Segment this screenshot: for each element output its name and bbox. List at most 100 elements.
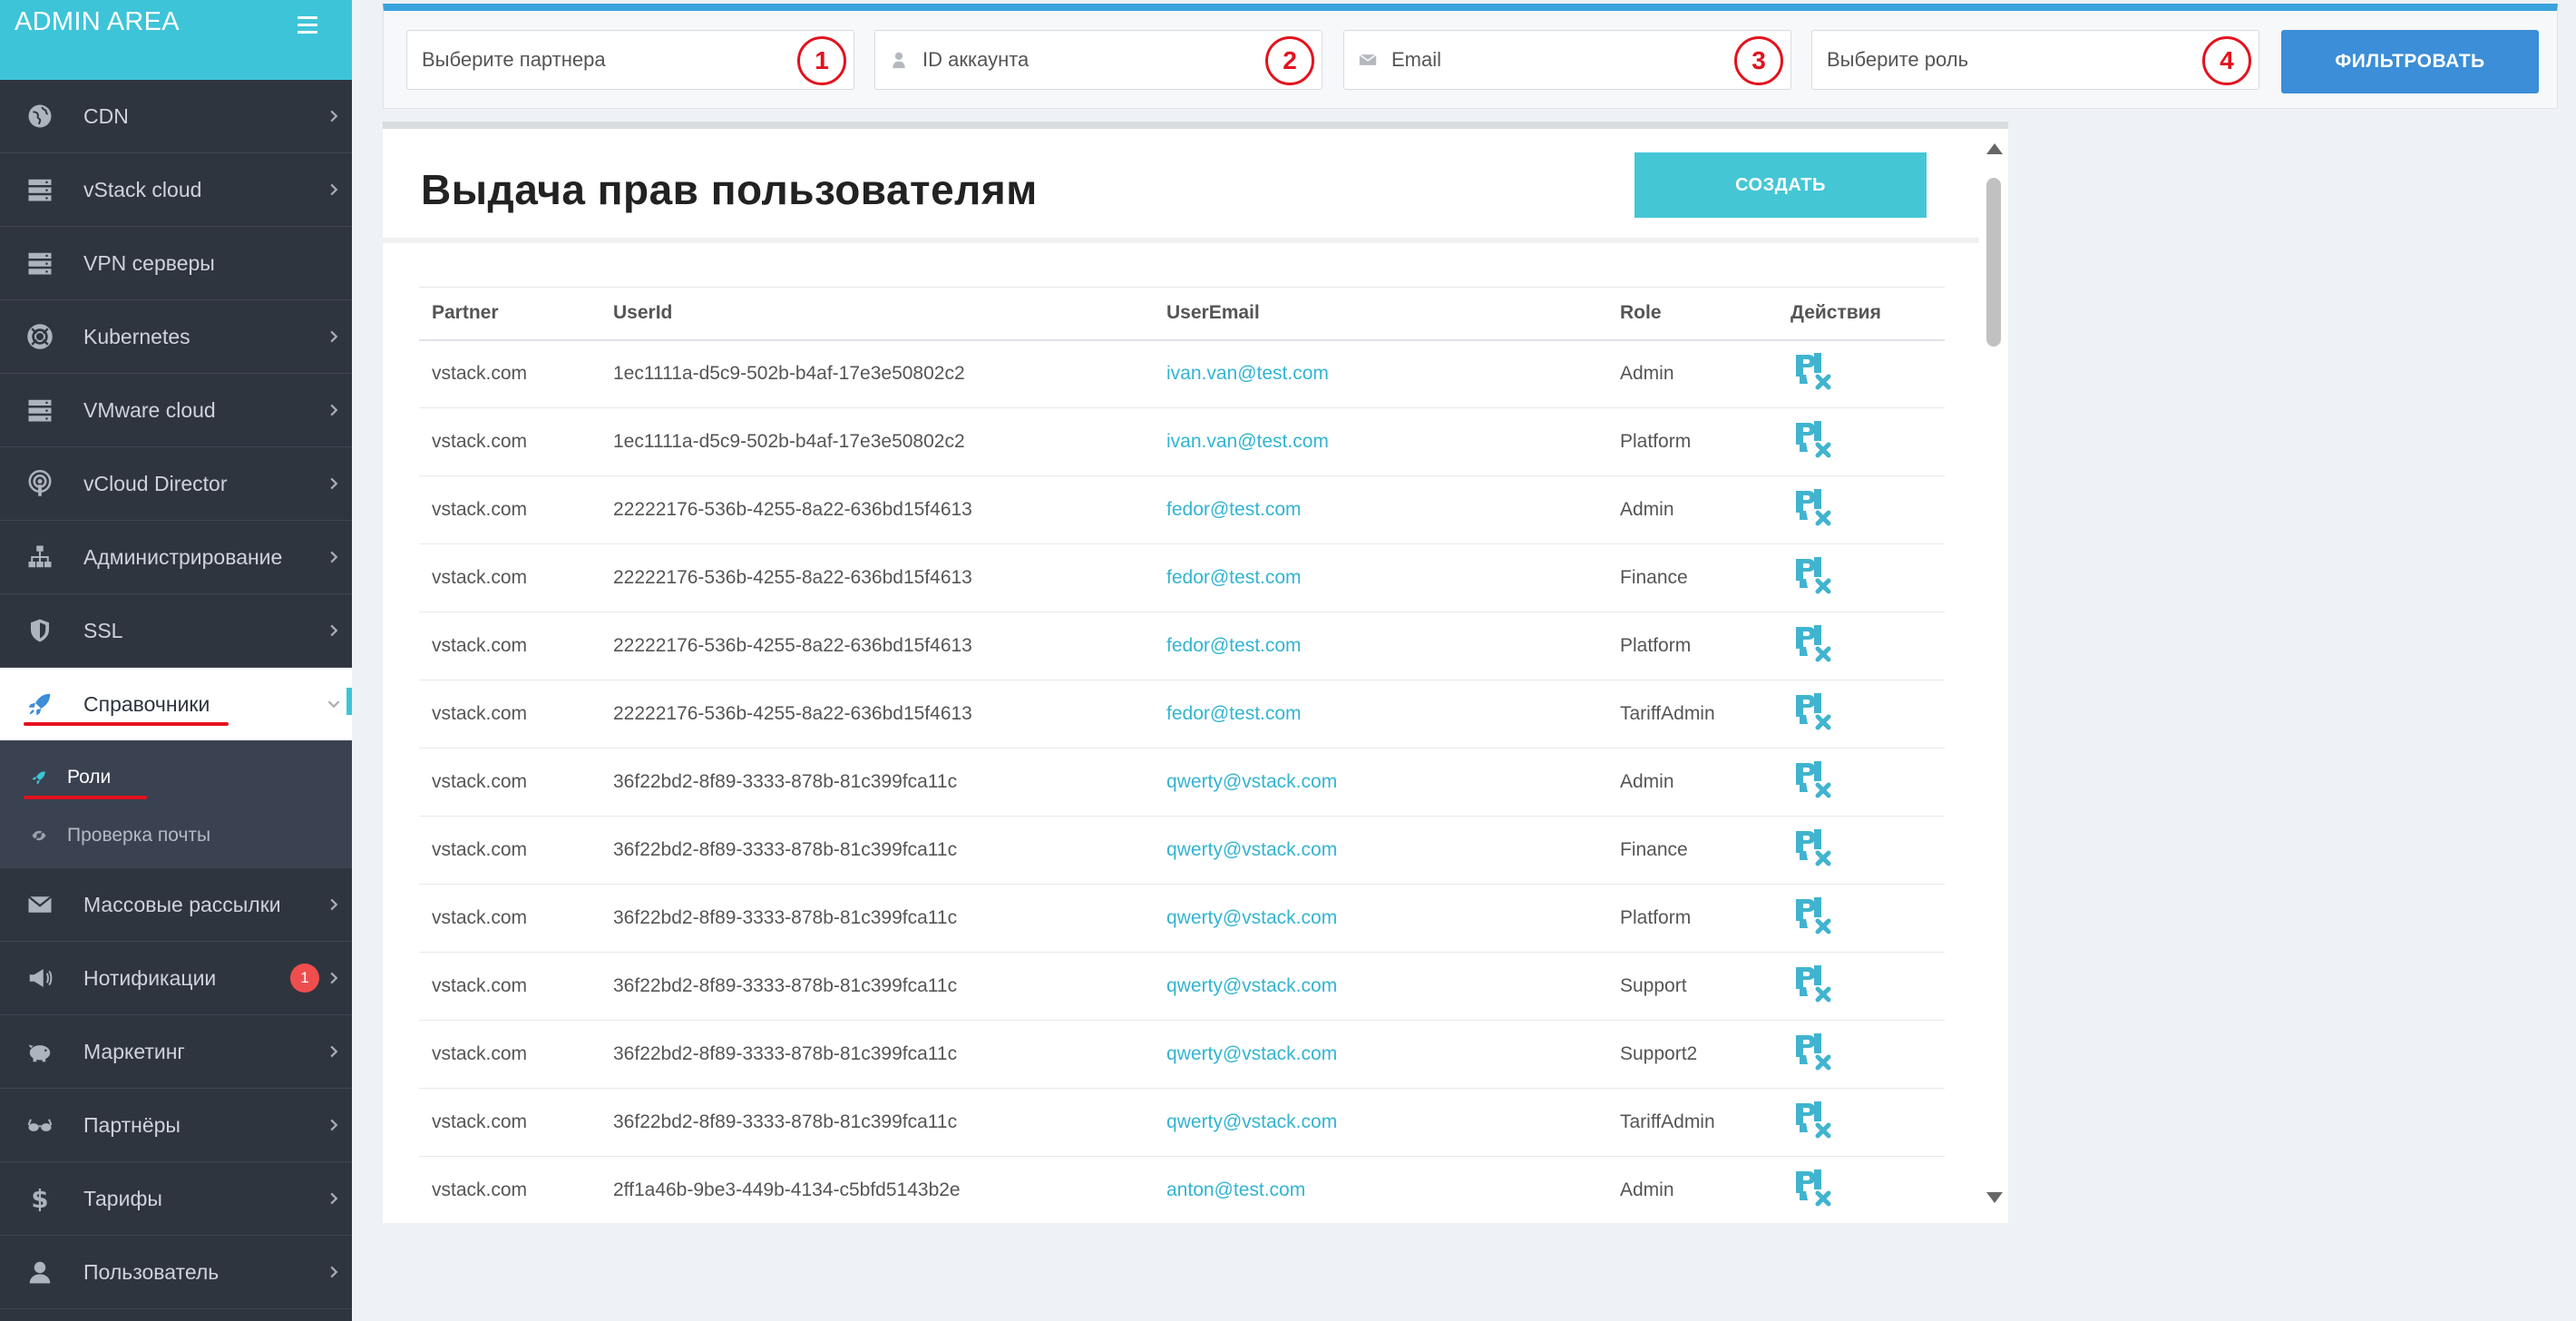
- vertical-scrollbar[interactable]: [1979, 129, 2008, 1223]
- scrollbar-thumb[interactable]: [1986, 178, 2001, 347]
- sidebar-submenu: Роли Проверка почты: [0, 741, 352, 868]
- cell-useremail[interactable]: qwerty@vstack.com: [1154, 1020, 1607, 1089]
- annotation-underline: [24, 722, 229, 726]
- table-row: vstack.com 1ec1111a-d5c9-502b-b4af-17e3e5…: [419, 407, 1945, 476]
- scroll-up-arrow-icon[interactable]: [1986, 143, 2003, 154]
- sidebar-item-user[interactable]: Пользователь: [0, 1236, 352, 1309]
- delete-user-icon[interactable]: [1791, 489, 1836, 532]
- cell-role: Admin: [1607, 339, 1778, 408]
- table-row: vstack.com 36f22bd2-8f89-3333-878b-81c399…: [419, 748, 1945, 817]
- sidebar-item-notifications[interactable]: Нотификации 1: [0, 942, 352, 1015]
- cell-useremail[interactable]: qwerty@vstack.com: [1154, 1088, 1607, 1157]
- cell-useremail[interactable]: qwerty@vstack.com: [1154, 816, 1607, 885]
- sidebar-item-vstack-cloud[interactable]: vStack cloud: [0, 153, 352, 227]
- cell-role: Support2: [1607, 1020, 1778, 1089]
- cell-partner: vstack.com: [419, 543, 600, 612]
- cell-useremail[interactable]: anton@test.com: [1154, 1156, 1607, 1223]
- server-icon: [0, 396, 83, 424]
- cell-partner: vstack.com: [419, 1020, 600, 1089]
- cell-userid: 22222176-536b-4255-8a22-636bd15f4613: [600, 543, 1154, 612]
- partner-select[interactable]: Выберите партнера 1: [406, 30, 854, 90]
- sidebar-subitem-label: Роли: [67, 767, 112, 788]
- cell-actions: [1778, 339, 1945, 408]
- sidebar-item-label: VPN серверы: [83, 250, 215, 275]
- scroll-down-arrow-icon[interactable]: [1986, 1192, 2003, 1203]
- sidebar-item-tariffs[interactable]: $ Тарифы: [0, 1162, 352, 1236]
- cell-partner: vstack.com: [419, 816, 600, 885]
- delete-user-icon[interactable]: [1791, 625, 1836, 668]
- shield-icon: [0, 617, 83, 644]
- delete-user-icon[interactable]: [1791, 1033, 1836, 1076]
- create-button[interactable]: СОЗДАТЬ: [1634, 152, 1927, 218]
- sidebar-item-administration[interactable]: Администрирование: [0, 521, 352, 594]
- cell-role: Platform: [1607, 612, 1778, 680]
- annotation-marker-1: 1: [797, 36, 846, 85]
- svg-text:$: $: [31, 1185, 48, 1212]
- delete-user-icon[interactable]: [1791, 1169, 1836, 1212]
- cell-useremail[interactable]: fedor@test.com: [1154, 475, 1607, 544]
- sidebar-item-label: Справочники: [83, 691, 210, 716]
- delete-user-icon[interactable]: [1791, 1101, 1836, 1144]
- cell-useremail[interactable]: qwerty@vstack.com: [1154, 884, 1607, 953]
- cell-role: Admin: [1607, 475, 1778, 544]
- cell-useremail[interactable]: ivan.van@test.com: [1154, 407, 1607, 476]
- filter-button[interactable]: ФИЛЬТРОВАТЬ: [2281, 30, 2539, 93]
- role-select-placeholder: Выберите роль: [1827, 48, 1969, 71]
- delete-user-icon[interactable]: [1791, 829, 1836, 872]
- delete-user-icon[interactable]: [1791, 353, 1836, 396]
- cell-useremail[interactable]: fedor@test.com: [1154, 612, 1607, 680]
- column-header-partner[interactable]: Partner: [419, 287, 600, 341]
- sidebar-item-label: VMware cloud: [83, 397, 216, 422]
- hamburger-menu-icon[interactable]: [298, 16, 317, 38]
- dollar-icon: $: [0, 1185, 83, 1212]
- cell-useremail[interactable]: qwerty@vstack.com: [1154, 748, 1607, 817]
- bullhorn-icon: [0, 964, 83, 992]
- column-header-useremail[interactable]: UserEmail: [1154, 287, 1607, 341]
- delete-user-icon[interactable]: [1791, 557, 1836, 600]
- server-icon: [0, 176, 83, 203]
- sidebar-item-kubernetes[interactable]: Kubernetes: [0, 300, 352, 374]
- delete-user-icon[interactable]: [1791, 693, 1836, 736]
- chevron-right-icon: [316, 1040, 352, 1063]
- cell-actions: [1778, 680, 1945, 749]
- column-header-actions: Действия: [1778, 287, 1945, 341]
- cell-actions: [1778, 407, 1945, 476]
- sidebar-item-label: Пользователь: [83, 1259, 220, 1284]
- cell-useremail[interactable]: qwerty@vstack.com: [1154, 952, 1607, 1021]
- sidebar-item-partners[interactable]: Партнёры: [0, 1089, 352, 1162]
- sidebar-item-vmware-cloud[interactable]: VMware cloud: [0, 374, 352, 447]
- sidebar-item-label: Массовые рассылки: [83, 892, 281, 916]
- cell-userid: 36f22bd2-8f89-3333-878b-81c399fca11c: [600, 884, 1154, 953]
- sidebar-item-marketing[interactable]: Маркетинг: [0, 1015, 352, 1089]
- cell-userid: 22222176-536b-4255-8a22-636bd15f4613: [600, 680, 1154, 749]
- cell-useremail[interactable]: fedor@test.com: [1154, 680, 1607, 749]
- chevron-right-icon: [316, 966, 352, 990]
- sidebar-item-directories[interactable]: Справочники: [0, 668, 352, 741]
- delete-user-icon[interactable]: [1791, 421, 1836, 464]
- cell-userid: 36f22bd2-8f89-3333-878b-81c399fca11c: [600, 748, 1154, 817]
- sidebar-subitem-mail-check[interactable]: Проверка почты: [0, 807, 352, 865]
- table-row: vstack.com 36f22bd2-8f89-3333-878b-81c399…: [419, 816, 1945, 885]
- sidebar-subitem-label: Проверка почты: [67, 825, 211, 846]
- cell-useremail[interactable]: fedor@test.com: [1154, 543, 1607, 612]
- sidebar-item-label: CDN: [83, 103, 129, 128]
- sidebar-item-label: Нотификации: [83, 965, 217, 990]
- role-select[interactable]: Выберите роль 4: [1811, 30, 2259, 90]
- delete-user-icon[interactable]: [1791, 965, 1836, 1008]
- user-roles-table: Partner UserId UserEmail Role Действия v…: [419, 287, 1945, 1223]
- account-id-input[interactable]: ID аккаунта 2: [874, 30, 1322, 90]
- sidebar-item-mass-mailing[interactable]: Массовые рассылки: [0, 868, 352, 942]
- column-header-userid[interactable]: UserId: [600, 287, 1154, 341]
- cell-userid: 22222176-536b-4255-8a22-636bd15f4613: [600, 475, 1154, 544]
- email-input[interactable]: Email 3: [1343, 30, 1791, 90]
- sidebar-item-ssl[interactable]: SSL: [0, 594, 352, 668]
- sidebar-item-vpn-servers[interactable]: VPN серверы: [0, 227, 352, 300]
- delete-user-icon[interactable]: [1791, 761, 1836, 804]
- email-placeholder: Email: [1391, 48, 1442, 71]
- cell-useremail[interactable]: ivan.van@test.com: [1154, 339, 1607, 408]
- sidebar-item-cdn[interactable]: CDN: [0, 80, 352, 153]
- sidebar-item-vcloud-director[interactable]: vCloud Director: [0, 447, 352, 521]
- delete-user-icon[interactable]: [1791, 897, 1836, 940]
- annotation-marker-3: 3: [1734, 36, 1783, 85]
- column-header-role[interactable]: Role: [1607, 287, 1778, 341]
